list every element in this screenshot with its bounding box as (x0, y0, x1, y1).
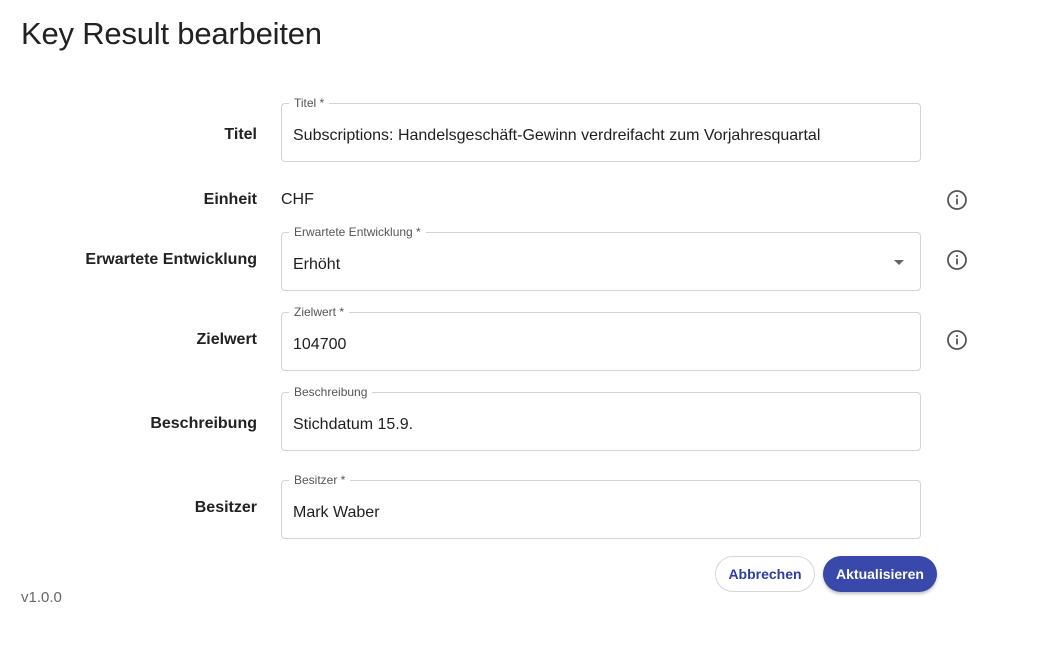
expected-trend-legend: Erwartete Entwicklung * (289, 225, 426, 239)
expected-trend-value[interactable]: Erhöht (293, 256, 340, 274)
owner-row-label: Besitzer (194, 499, 257, 516)
owner-field-legend: Besitzer * (289, 473, 351, 487)
target-info-icon[interactable] (946, 329, 968, 351)
page-title: Key Result bearbeiten (21, 16, 322, 51)
expected-trend-select[interactable]: Erwartete Entwicklung * Erhöht (281, 225, 921, 291)
expected-trend-row-label: Erwartete Entwicklung (85, 251, 257, 268)
unit-value: CHF (281, 191, 314, 208)
description-field[interactable]: Beschreibung Stichdatum 15.9. (281, 385, 921, 451)
target-input[interactable]: 104700 (293, 336, 346, 354)
target-field[interactable]: Zielwert * 104700 (281, 305, 921, 371)
title-row-label: Titel (224, 126, 257, 143)
title-field-legend: Titel * (289, 96, 330, 110)
target-field-legend: Zielwert * (289, 305, 350, 319)
title-input[interactable]: Subscriptions: Handelsgeschäft-Gewinn ve… (293, 127, 820, 145)
update-button[interactable]: Aktualisieren (823, 556, 937, 592)
title-field[interactable]: Titel * Subscriptions: Handelsgeschäft-G… (281, 96, 921, 162)
description-row-label: Beschreibung (150, 415, 257, 432)
cancel-button[interactable]: Abbrechen (715, 556, 815, 592)
target-row-label: Zielwert (196, 331, 257, 348)
expected-trend-info-icon[interactable] (946, 249, 968, 271)
unit-info-icon[interactable] (946, 189, 968, 211)
chevron-down-icon[interactable] (894, 260, 904, 265)
description-input[interactable]: Stichdatum 15.9. (293, 416, 413, 434)
version-label: v1.0.0 (21, 589, 62, 606)
owner-input[interactable]: Mark Waber (293, 504, 380, 522)
unit-row-label: Einheit (203, 191, 257, 208)
owner-field[interactable]: Besitzer * Mark Waber (281, 473, 921, 539)
description-field-legend: Beschreibung (289, 385, 373, 399)
